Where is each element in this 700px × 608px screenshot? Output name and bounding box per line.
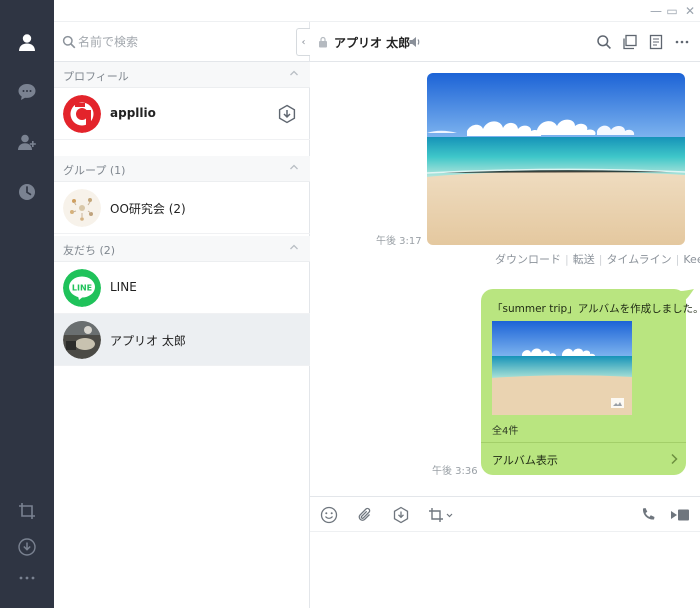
message-input[interactable] xyxy=(310,532,700,608)
search-bar: ‹ xyxy=(54,22,310,62)
line-logo: LINE xyxy=(63,269,101,307)
chat-header: アプリオ 太郎 xyxy=(310,22,700,62)
search-icon[interactable] xyxy=(595,33,613,51)
speaker-icon[interactable] xyxy=(408,35,422,49)
chevron-right-icon xyxy=(671,453,678,465)
left-nav-rail xyxy=(0,0,54,608)
minimize-button[interactable]: — xyxy=(648,3,664,19)
message-input-area xyxy=(310,532,700,608)
minimize-icon: — xyxy=(650,4,662,18)
section-label: 友だち (2) xyxy=(63,244,116,257)
keep-link[interactable]: Keep xyxy=(683,253,700,266)
line-avatar: LINE xyxy=(63,269,101,307)
beach-photo xyxy=(427,73,685,245)
friend-name: アプリオ 太郎 xyxy=(110,334,186,348)
window-titlebar: — ▭ ✕ xyxy=(54,0,700,22)
composer-toolbar xyxy=(310,496,700,532)
friends-icon[interactable] xyxy=(17,32,37,52)
forward-link[interactable]: 転送 xyxy=(573,253,595,266)
view-album-button[interactable]: アルバム表示 xyxy=(481,443,686,475)
section-header-friends[interactable]: 友だち (2) xyxy=(54,236,310,262)
view-album-label: アルバム表示 xyxy=(492,454,558,467)
album-count: 全4件 xyxy=(492,426,519,437)
emoji-icon[interactable] xyxy=(319,505,339,525)
group-name: OO研究会 (2) xyxy=(110,202,186,216)
friend-name: LINE xyxy=(110,280,137,294)
chevron-up-icon xyxy=(290,244,298,250)
add-friend-icon[interactable] xyxy=(17,132,37,152)
close-icon: ✕ xyxy=(684,4,696,18)
photo-actions: ダウンロード|転送|タイムライン|Keep xyxy=(495,251,700,267)
section-header-groups[interactable]: グループ (1) xyxy=(54,156,310,182)
search-icon xyxy=(62,35,76,49)
album-icon[interactable] xyxy=(621,33,639,51)
chevron-up-icon xyxy=(290,164,298,170)
video-call-icon[interactable] xyxy=(670,505,690,525)
phone-icon[interactable] xyxy=(638,505,658,525)
attach-icon[interactable] xyxy=(355,505,375,525)
photo-message[interactable] xyxy=(427,73,685,245)
timestamp: 午後 3:17 xyxy=(376,236,422,247)
screenshot-icon[interactable] xyxy=(17,501,37,521)
group-row[interactable]: OO研究会 (2) xyxy=(54,182,310,234)
avatar xyxy=(63,95,101,133)
download-icon[interactable] xyxy=(17,537,37,557)
chevron-left-icon: ‹ xyxy=(301,36,306,48)
album-thumbnail[interactable] xyxy=(492,321,632,415)
svg-text:LINE: LINE xyxy=(72,284,92,293)
profile-row[interactable]: appllio xyxy=(54,88,310,140)
timeline-icon[interactable] xyxy=(17,182,37,202)
more-icon[interactable] xyxy=(673,33,691,51)
close-button[interactable]: ✕ xyxy=(682,3,698,19)
chats-icon[interactable] xyxy=(17,82,37,102)
friend-row-selected[interactable]: アプリオ 太郎 xyxy=(54,314,310,366)
chat-area[interactable]: 午後 3:17 ダウンロード|転送|タイムライン|Keep 「summer tr… xyxy=(310,62,700,496)
collapse-sidebar-button[interactable]: ‹ xyxy=(296,28,310,56)
gallery-icon xyxy=(611,398,624,408)
maximize-icon: ▭ xyxy=(666,4,678,18)
lock-icon xyxy=(319,36,327,48)
section-header-profile[interactable]: プロフィール xyxy=(54,62,310,88)
section-label: グループ (1) xyxy=(63,164,126,177)
friend-row-line[interactable]: LINE LINE xyxy=(54,262,310,314)
maximize-button[interactable]: ▭ xyxy=(664,3,680,19)
friend-avatar xyxy=(63,321,101,359)
album-message-text: 「summer trip」アルバムを作成しました。 xyxy=(492,303,700,315)
chat-title: アプリオ 太郎 xyxy=(334,36,411,50)
album-message-bubble[interactable]: 「summer trip」アルバムを作成しました。 全4件 アルバム表示 xyxy=(481,289,700,475)
group-avatar xyxy=(63,189,101,227)
profile-name: appllio xyxy=(110,106,156,120)
screenshot-dropdown[interactable] xyxy=(427,505,455,525)
appllio-logo xyxy=(63,95,101,133)
note-icon[interactable] xyxy=(647,33,665,51)
search-input[interactable] xyxy=(78,31,278,53)
timestamp: 午後 3:36 xyxy=(432,466,478,477)
download-icon[interactable] xyxy=(391,505,411,525)
contact-list-pane: ‹ プロフィール appllio グループ (1) xyxy=(54,22,310,608)
more-icon[interactable] xyxy=(17,568,37,588)
download-icon[interactable] xyxy=(277,104,297,124)
download-link[interactable]: ダウンロード xyxy=(495,253,561,266)
section-label: プロフィール xyxy=(63,70,129,83)
timeline-link[interactable]: タイムライン xyxy=(606,253,671,266)
chevron-up-icon xyxy=(290,70,298,76)
